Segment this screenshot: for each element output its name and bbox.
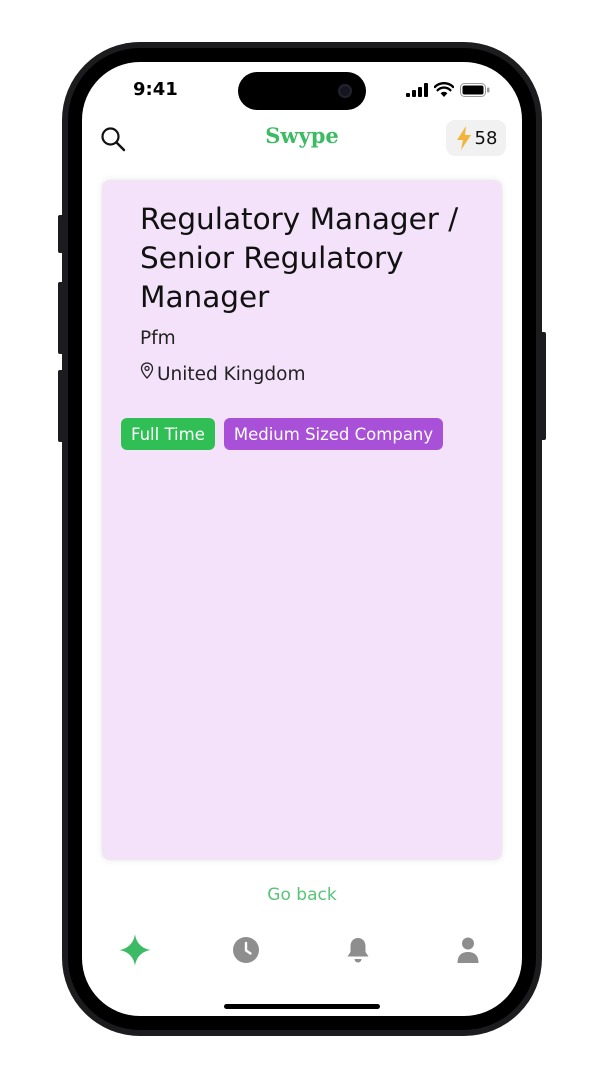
job-tags: Full Time Medium Sized Company (121, 418, 444, 450)
front-camera (338, 84, 352, 98)
credits-count: 58 (474, 127, 498, 149)
nav-history[interactable] (226, 930, 266, 970)
location-text: United Kingdom (157, 364, 306, 385)
wifi-icon (434, 82, 454, 97)
phone-screen: 9:41 Swype 58 Regulatory Manager / Senio… (82, 62, 522, 1016)
home-indicator (224, 1004, 380, 1009)
job-location: United Kingdom (140, 362, 306, 385)
sparkle-icon (119, 934, 151, 966)
job-title: Regulatory Manager / Senior Regulatory M… (140, 202, 459, 314)
nav-discover[interactable] (115, 930, 155, 970)
go-back-link[interactable]: Go back (82, 885, 522, 905)
dynamic-island (238, 72, 366, 110)
bell-icon (347, 938, 369, 963)
tag-company-size: Medium Sized Company (223, 418, 444, 450)
nav-notifications[interactable] (338, 930, 378, 970)
status-icons (406, 82, 490, 97)
credits-badge[interactable]: 58 (446, 120, 506, 156)
nav-profile[interactable] (448, 930, 488, 970)
status-time: 9:41 (133, 79, 178, 100)
job-card[interactable]: Regulatory Manager / Senior Regulatory M… (103, 181, 501, 859)
lightning-bolt-icon (456, 126, 471, 150)
tag-full-time: Full Time (121, 418, 215, 450)
person-icon (457, 937, 479, 963)
battery-icon (460, 82, 490, 97)
location-pin-icon (140, 362, 154, 379)
clock-icon (233, 937, 259, 963)
signal-icon (406, 82, 428, 97)
company-name: Pfm (140, 328, 176, 349)
